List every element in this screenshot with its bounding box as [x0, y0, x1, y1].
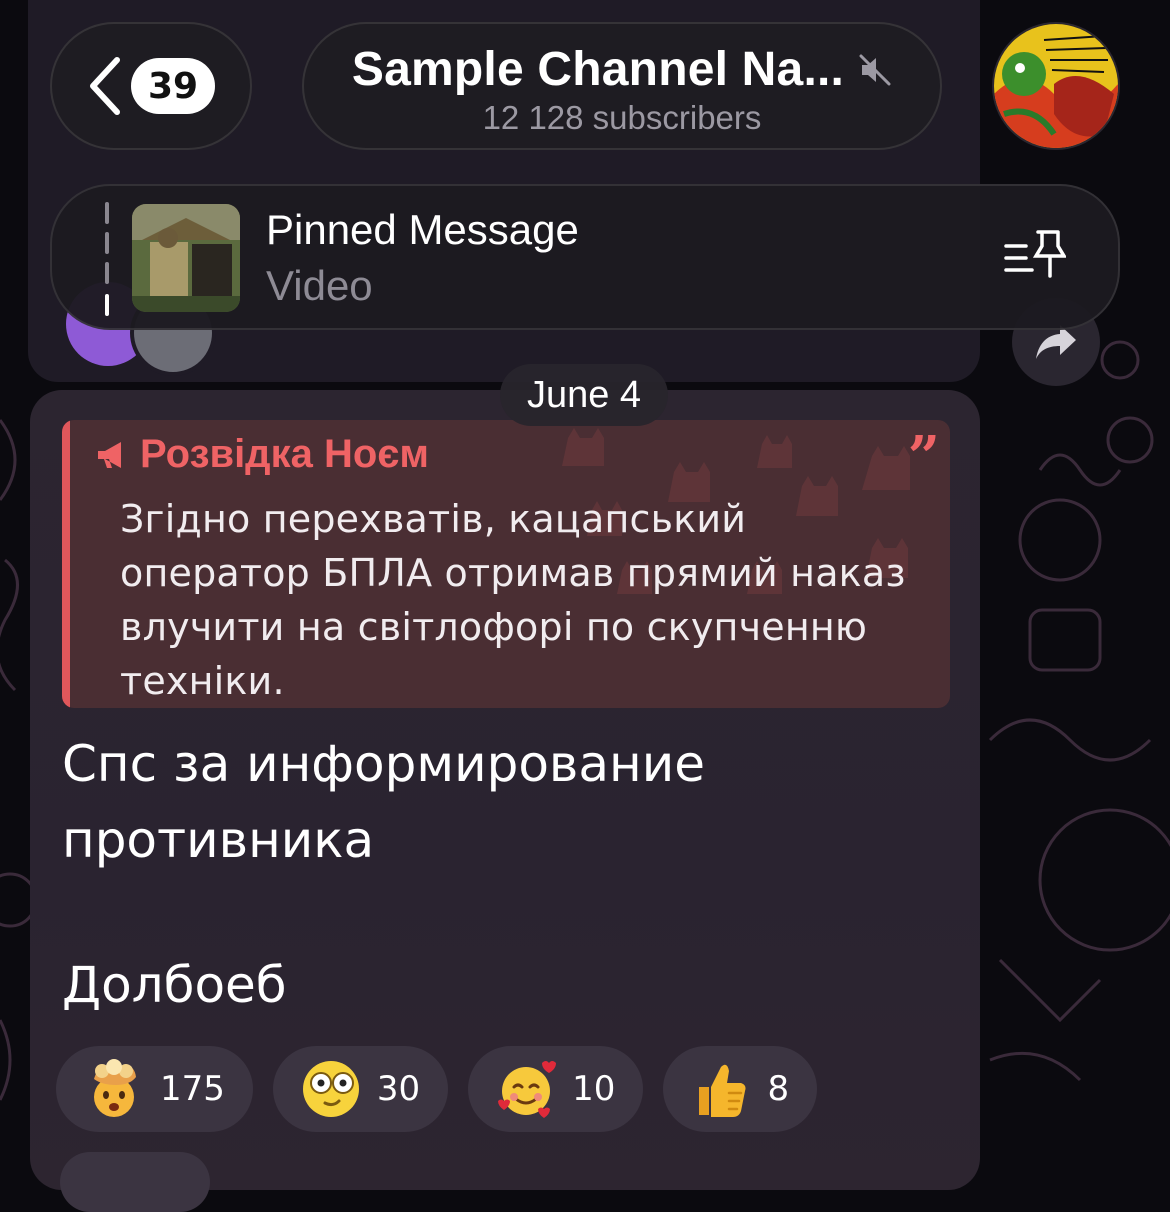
message-text-line2: Долбоеб: [62, 956, 287, 1014]
reaction-smiling-hearts[interactable]: 10: [468, 1046, 644, 1132]
quote-author: Розвідка Ноєм: [96, 432, 429, 477]
quote-mark-icon: ”: [907, 424, 940, 490]
quote-text: Згідно перехватів, кацапський оператор Б…: [120, 497, 906, 703]
reply-quote[interactable]: Розвідка Ноєм ” Згідно перехватів, кацап…: [62, 420, 950, 708]
pinned-message-bar[interactable]: Pinned Message Video: [50, 184, 1120, 330]
pinned-subtitle: Video: [266, 262, 373, 309]
megaphone-icon: [98, 441, 121, 468]
chevron-left-icon: [90, 57, 120, 115]
reaction-count: 10: [572, 1069, 616, 1109]
reaction-dizzy-face[interactable]: 30: [272, 1046, 449, 1132]
message-bubble[interactable]: Розвідка Ноєм ” Згідно перехватів, кацап…: [30, 390, 980, 1212]
message-text: Спс за информирование противника: [62, 735, 705, 869]
subscriber-count: 12 128 subscribers: [482, 99, 762, 136]
channel-avatar[interactable]: [992, 22, 1120, 150]
avatar-artwork: [994, 24, 1118, 148]
back-button[interactable]: 39: [50, 22, 252, 150]
dizzy-face-icon: [302, 1061, 359, 1117]
unread-count-badge: 39: [131, 58, 215, 114]
reaction-count: 8: [767, 1069, 790, 1109]
pin-position-indicator: [105, 202, 109, 316]
pinned-title: Pinned Message: [266, 206, 579, 253]
channel-header[interactable]: Sample Channel Na... 12 128 subscribers: [302, 22, 942, 150]
reaction-exploding-head[interactable]: 175: [56, 1046, 253, 1132]
smiling-face-with-hearts-icon: [498, 1061, 557, 1118]
comments-pill[interactable]: [60, 1152, 210, 1212]
reaction-count: 30: [376, 1069, 421, 1109]
reaction-thumbs-up[interactable]: 8: [663, 1046, 818, 1132]
quote-author-name: Розвідка Ноєм: [140, 432, 429, 476]
thumbs-up-icon: [699, 1064, 746, 1117]
reaction-count: 175: [160, 1069, 225, 1109]
channel-title: Sample Channel Na...: [351, 43, 845, 96]
pinned-video-thumbnail: [132, 204, 240, 312]
pinned-list-icon[interactable]: [1002, 226, 1066, 282]
muted-speaker-icon: [859, 54, 891, 85]
exploding-head-icon: [94, 1059, 136, 1117]
date-separator: June 4: [500, 364, 668, 426]
reactions-row: 175 30 10 8: [56, 1046, 818, 1132]
